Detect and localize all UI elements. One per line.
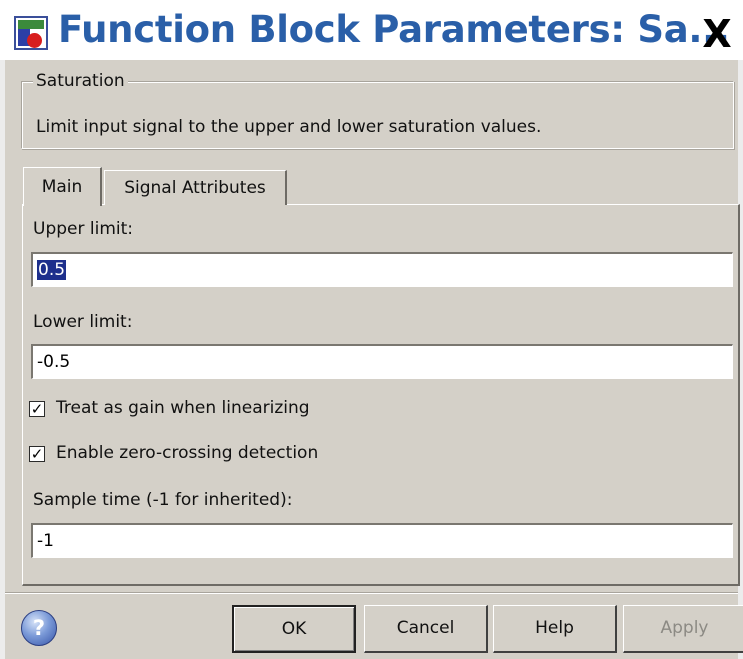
tab-main[interactable]: Main: [23, 167, 102, 206]
apply-button[interactable]: Apply: [623, 605, 743, 653]
footer-divider: [5, 592, 738, 594]
window-title: Function Block Parameters: Sa...: [58, 8, 730, 51]
help-question-icon[interactable]: ?: [21, 610, 57, 646]
zero-crossing-checkbox[interactable]: ✓: [29, 446, 45, 462]
tab-signal-attributes[interactable]: Signal Attributes: [104, 170, 287, 205]
cancel-button[interactable]: Cancel: [364, 605, 488, 653]
zero-crossing-label: Enable zero-crossing detection: [56, 443, 319, 463]
upper-limit-field[interactable]: 0.5: [31, 252, 733, 287]
saturation-groupbox: [21, 81, 734, 149]
lower-limit-label: Lower limit:: [33, 312, 133, 332]
group-title: Saturation: [33, 71, 128, 91]
sample-time-value: -1: [37, 531, 54, 551]
sample-time-field[interactable]: -1: [31, 523, 733, 558]
window-border-left: [0, 60, 5, 659]
help-button[interactable]: Help: [493, 605, 617, 653]
treat-as-gain-label: Treat as gain when linearizing: [56, 398, 310, 418]
upper-limit-value: 0.5: [37, 260, 67, 280]
lower-limit-value: -0.5: [37, 352, 71, 372]
ok-button[interactable]: OK: [232, 605, 356, 653]
upper-limit-label: Upper limit:: [33, 219, 133, 239]
simulink-block-icon: [14, 16, 48, 50]
sample-time-label: Sample time (-1 for inherited):: [33, 490, 293, 510]
close-button[interactable]: X: [695, 13, 739, 55]
title-bar[interactable]: Function Block Parameters: Sa... X: [0, 0, 743, 60]
lower-limit-field[interactable]: -0.5: [31, 344, 733, 379]
block-description: Limit input signal to the upper and lowe…: [36, 117, 542, 137]
treat-as-gain-checkbox[interactable]: ✓: [29, 401, 45, 417]
